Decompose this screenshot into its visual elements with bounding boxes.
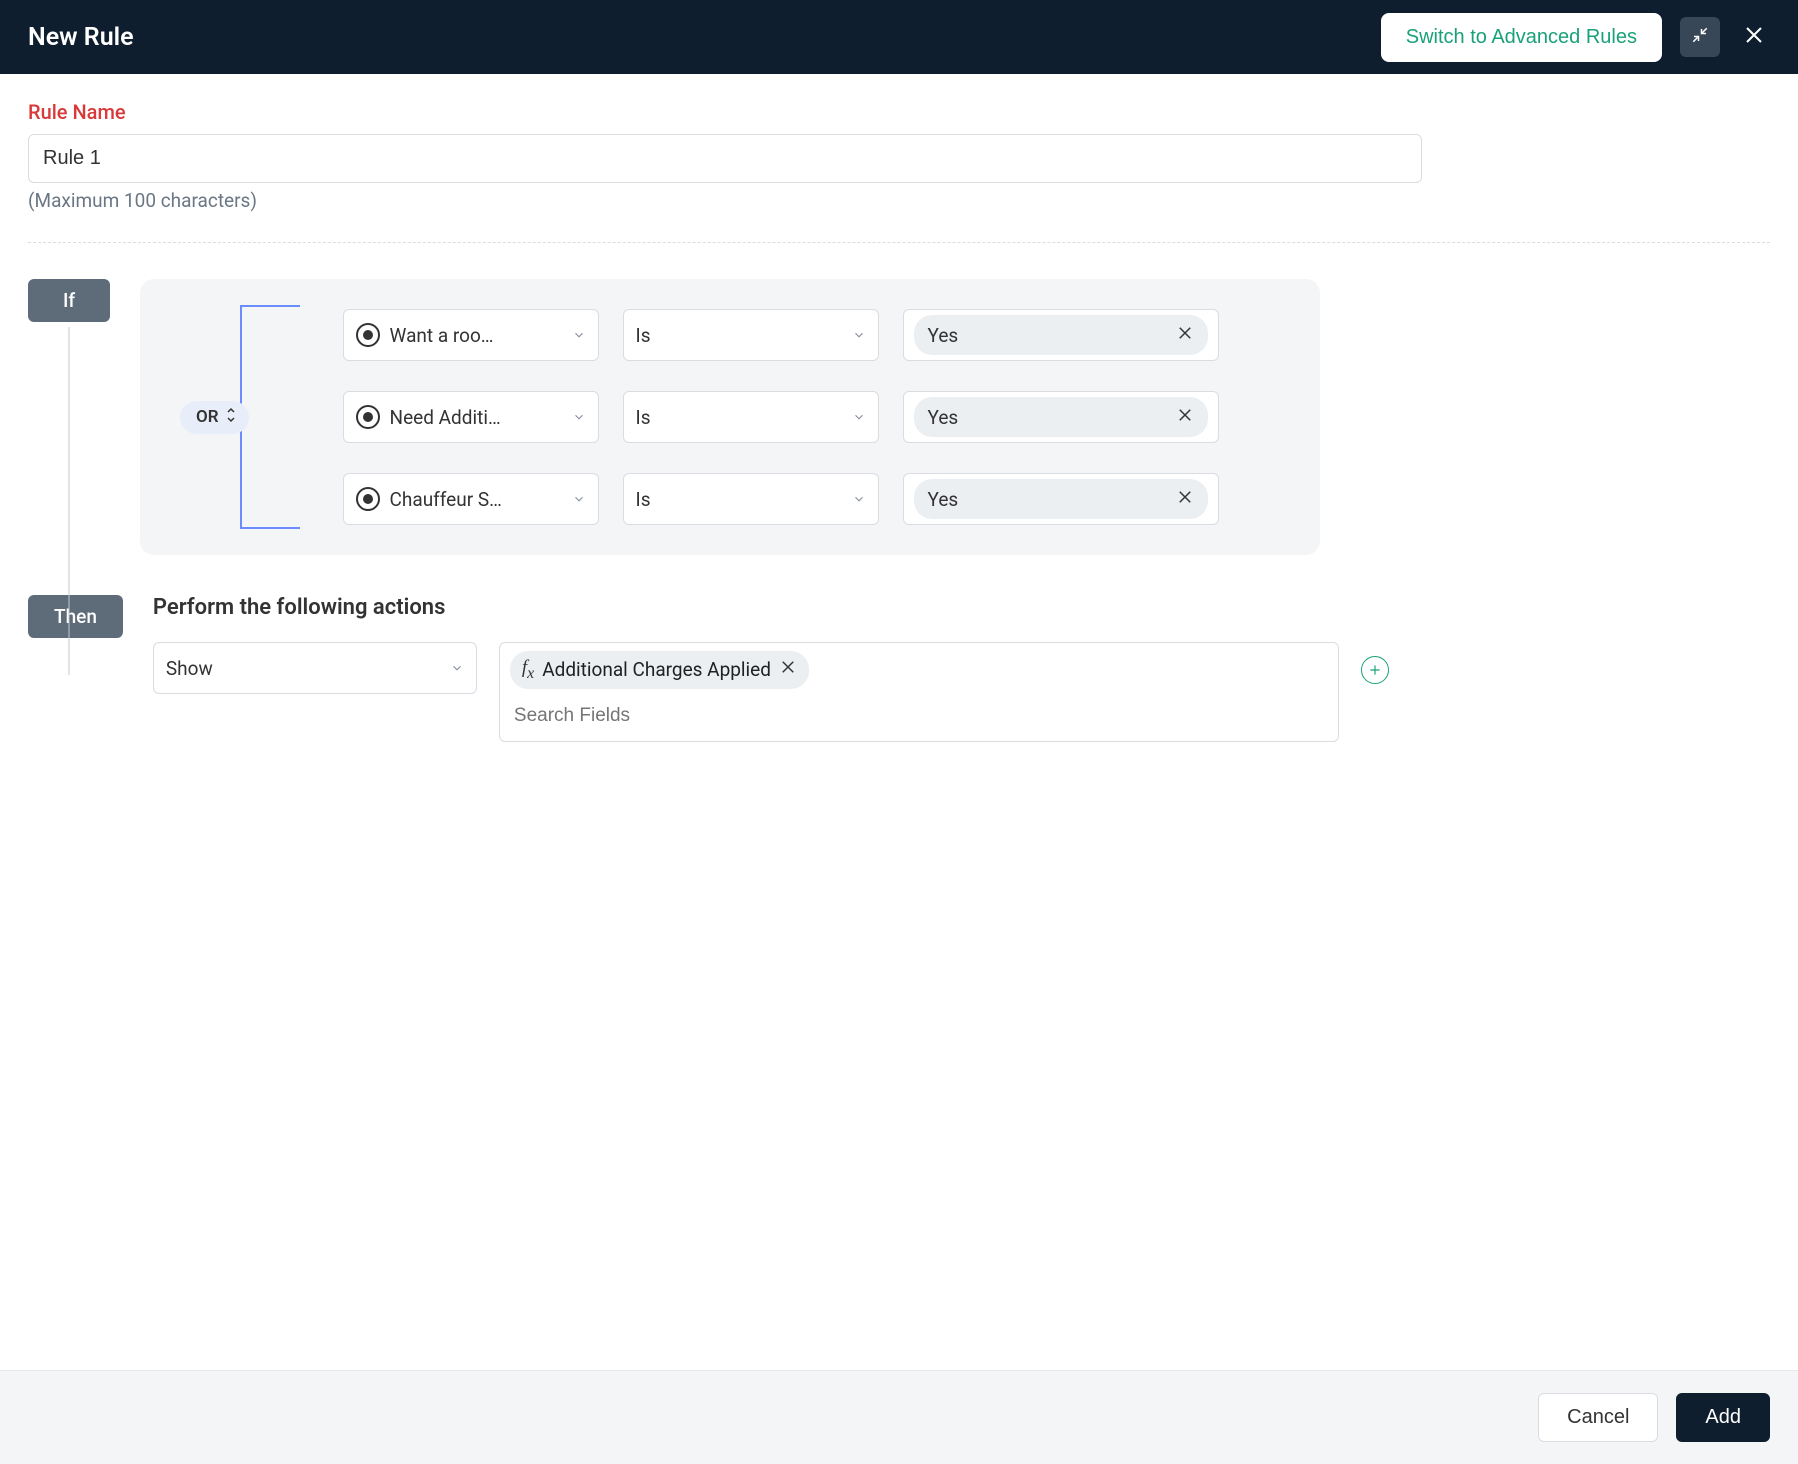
- condition-row: Need Additi… Is Yes: [343, 391, 1219, 443]
- action-type-select[interactable]: Show: [153, 642, 477, 694]
- cancel-button[interactable]: Cancel: [1538, 1393, 1658, 1442]
- condition-field-select[interactable]: Need Additi…: [343, 391, 599, 443]
- modal-title: New Rule: [28, 23, 134, 52]
- chevron-down-icon: [450, 657, 464, 680]
- value-chip: Yes: [914, 315, 1208, 355]
- condition-operator-label: Is: [636, 324, 842, 347]
- modal-header: New Rule Switch to Advanced Rules: [0, 0, 1798, 74]
- remove-value-button[interactable]: [1176, 488, 1194, 511]
- selected-field-chip: fx Additional Charges Applied: [510, 651, 809, 689]
- remove-field-button[interactable]: [779, 658, 797, 681]
- logic-operator-label: OR: [196, 407, 219, 427]
- action-fields-input[interactable]: fx Additional Charges Applied: [499, 642, 1339, 742]
- header-actions: Switch to Advanced Rules: [1381, 13, 1770, 62]
- chevron-down-icon: [852, 406, 866, 429]
- then-heading: Perform the following actions: [153, 595, 1770, 620]
- condition-value-select[interactable]: Yes: [903, 391, 1219, 443]
- divider: [28, 242, 1770, 243]
- radio-icon: [356, 487, 380, 511]
- radio-icon: [356, 405, 380, 429]
- condition-value-label: Yes: [928, 406, 959, 429]
- add-action-button[interactable]: [1361, 656, 1389, 684]
- chevron-down-icon: [572, 406, 586, 429]
- chevron-down-icon: [572, 488, 586, 511]
- condition-field-label: Need Additi…: [390, 406, 562, 429]
- action-type-label: Show: [166, 657, 440, 680]
- logic-operator-select[interactable]: OR: [180, 401, 249, 434]
- radio-icon: [356, 323, 380, 347]
- if-chip: If: [28, 279, 110, 322]
- rule-name-label: Rule Name: [28, 100, 1770, 124]
- conditions-block: OR Want a roo…: [140, 279, 1320, 555]
- rule-name-input[interactable]: [28, 134, 1422, 183]
- selected-field-label: Additional Charges Applied: [542, 658, 771, 681]
- modal-body: Rule Name (Maximum 100 characters) If OR: [0, 74, 1798, 1370]
- value-chip: Yes: [914, 479, 1208, 519]
- condition-operator-label: Is: [636, 406, 842, 429]
- then-chip: Then: [28, 595, 123, 638]
- condition-field-select[interactable]: Want a roo…: [343, 309, 599, 361]
- condition-row: Chauffeur S… Is Yes: [343, 473, 1219, 525]
- chevron-down-icon: [852, 324, 866, 347]
- rule-name-hint: (Maximum 100 characters): [28, 189, 1770, 212]
- if-section: If OR: [28, 279, 1770, 555]
- chevron-down-icon: [852, 488, 866, 511]
- value-chip: Yes: [914, 397, 1208, 437]
- formula-icon: fx: [522, 657, 534, 683]
- condition-field-label: Chauffeur S…: [390, 488, 562, 511]
- remove-value-button[interactable]: [1176, 406, 1194, 429]
- add-button[interactable]: Add: [1676, 1393, 1770, 1442]
- remove-value-button[interactable]: [1176, 324, 1194, 347]
- chevron-down-icon: [572, 324, 586, 347]
- plus-icon: [1368, 663, 1382, 677]
- connector-line: [69, 327, 70, 675]
- condition-operator-label: Is: [636, 488, 842, 511]
- close-button[interactable]: [1738, 21, 1770, 53]
- switch-advanced-button[interactable]: Switch to Advanced Rules: [1381, 13, 1662, 62]
- condition-field-label: Want a roo…: [390, 324, 562, 347]
- condition-field-select[interactable]: Chauffeur S…: [343, 473, 599, 525]
- minimize-icon: [1691, 26, 1709, 48]
- then-section: Then Perform the following actions Show …: [28, 595, 1770, 742]
- logic-bracket: [240, 305, 300, 529]
- condition-operator-select[interactable]: Is: [623, 473, 879, 525]
- condition-value-select[interactable]: Yes: [903, 309, 1219, 361]
- condition-operator-select[interactable]: Is: [623, 309, 879, 361]
- sort-icon: [225, 407, 237, 428]
- close-icon: [1742, 23, 1766, 51]
- condition-row: Want a roo… Is Yes: [343, 309, 1219, 361]
- modal-footer: Cancel Add: [0, 1370, 1798, 1464]
- minimize-button[interactable]: [1680, 17, 1720, 57]
- condition-operator-select[interactable]: Is: [623, 391, 879, 443]
- condition-value-label: Yes: [928, 488, 959, 511]
- search-fields-input[interactable]: [510, 699, 1328, 733]
- condition-value-label: Yes: [928, 324, 959, 347]
- condition-value-select[interactable]: Yes: [903, 473, 1219, 525]
- conditions-list: Want a roo… Is Yes: [343, 309, 1219, 525]
- logic-column: OR: [180, 309, 249, 525]
